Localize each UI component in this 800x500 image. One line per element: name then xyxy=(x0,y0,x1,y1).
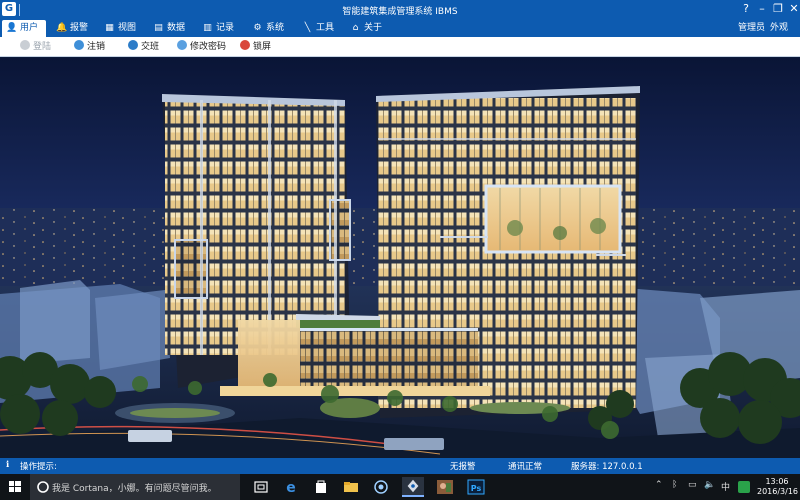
data-icon: ▤ xyxy=(154,23,163,33)
app-icon[interactable] xyxy=(402,477,424,497)
volume-icon[interactable]: 🔈 xyxy=(704,480,715,490)
gear-icon: ⚙ xyxy=(253,23,262,33)
title-bar: G 智能建筑集成管理系统 IBMS ? – ❐ ✕ xyxy=(0,0,800,20)
windows-taskbar: 我是 Cortana，小娜。有问题尽管问我。 e Ps ⌃ ᛒ ▭ 🔈 中 13… xyxy=(0,474,800,500)
home-icon: ⌂ xyxy=(352,23,359,33)
window-title: 智能建筑集成管理系统 IBMS xyxy=(342,7,458,17)
cortana-placeholder: 我是 Cortana，小娜。有问题尽管问我。 xyxy=(52,484,217,494)
handover-icon xyxy=(128,40,138,50)
menu-bar: 👤 用户 🔔 报警 ▦ 视图 ▤ 数据 ▥ 记录 ⚙ 系统 ╲ 工具 ⌂ 关于 管理员 外观 xyxy=(0,20,800,37)
server-address: 服务器: 127.0.0.1 xyxy=(571,462,643,472)
status-bar: ℹ 操作提示: 无报警 通讯正常 服务器: 127.0.0.1 xyxy=(0,458,800,474)
clock-date: 2016/3/16 xyxy=(757,487,799,496)
user-icon: 👤 xyxy=(6,23,18,33)
network-icon[interactable]: ▭ xyxy=(688,480,697,490)
menu-item-label: 系统 xyxy=(266,23,285,33)
menu-item-record[interactable]: ▥ 记录 xyxy=(202,20,234,37)
menu-item-label: 记录 xyxy=(216,23,235,33)
menu-item-user[interactable]: 👤 用户 xyxy=(2,20,47,37)
communication-status: 通讯正常 xyxy=(508,462,543,472)
input-method-icon[interactable]: 中 xyxy=(721,480,730,493)
lock-screen-icon xyxy=(240,40,250,50)
store-icon[interactable] xyxy=(310,477,332,497)
menu-item-system[interactable]: ⚙ 系统 xyxy=(252,20,284,37)
close-button[interactable]: ✕ xyxy=(786,1,800,17)
show-hidden-icons-icon[interactable]: ⌃ xyxy=(655,480,663,490)
handover-button[interactable]: 交班 xyxy=(128,40,159,54)
system-clock[interactable]: 13:06 2016/3/16 xyxy=(757,477,799,497)
building-overview-image xyxy=(0,58,800,458)
menu-item-alarm[interactable]: 🔔 报警 xyxy=(56,20,88,37)
menu-item-label: 工具 xyxy=(316,23,335,33)
windows-start-icon[interactable] xyxy=(0,474,30,500)
file-explorer-icon[interactable] xyxy=(340,477,362,497)
menu-item-data[interactable]: ▤ 数据 xyxy=(153,20,185,37)
current-user-label[interactable]: 管理员 xyxy=(738,20,765,37)
help-button[interactable]: ? xyxy=(738,1,754,17)
app-logo-icon[interactable]: G xyxy=(2,2,16,16)
menu-item-label: 关于 xyxy=(364,23,383,33)
lock-screen-button[interactable]: 锁屏 xyxy=(240,40,271,54)
bluetooth-icon[interactable]: ᛒ xyxy=(672,480,677,490)
menu-item-tools[interactable]: ╲ 工具 xyxy=(302,20,334,37)
cortana-icon xyxy=(37,481,49,493)
cortana-search-box[interactable]: 我是 Cortana，小娜。有问题尽管问我。 xyxy=(30,474,240,500)
building-render xyxy=(0,58,800,458)
photoshop-icon[interactable]: Ps xyxy=(465,477,487,497)
menu-item-label: 用户 xyxy=(20,23,39,33)
login-icon xyxy=(20,40,30,50)
photo-app-icon[interactable] xyxy=(434,477,456,497)
logout-button[interactable]: 注销 xyxy=(74,40,105,54)
info-icon: ℹ xyxy=(6,460,10,470)
operation-hint-label: 操作提示: xyxy=(20,462,57,472)
toolbar: 登陆 注销 交班 修改密码 锁屏 xyxy=(0,37,800,57)
record-icon: ▥ xyxy=(203,23,212,33)
wrench-icon: ╲ xyxy=(304,23,311,33)
change-password-button[interactable]: 修改密码 xyxy=(177,40,226,54)
handover-label: 交班 xyxy=(141,42,160,52)
alarm-status: 无报警 xyxy=(450,462,476,472)
menu-item-view[interactable]: ▦ 视图 xyxy=(104,20,136,37)
clock-time: 13:06 xyxy=(765,477,789,486)
task-view-icon[interactable] xyxy=(250,477,272,497)
menu-item-label: 视图 xyxy=(118,23,137,33)
wechat-icon[interactable] xyxy=(738,481,750,493)
svg-text:e: e xyxy=(286,480,296,496)
login-button[interactable]: 登陆 xyxy=(20,40,51,54)
change-password-label: 修改密码 xyxy=(190,42,227,52)
menu-item-label: 报警 xyxy=(70,23,89,33)
network-app-icon[interactable] xyxy=(370,477,392,497)
login-label: 登陆 xyxy=(33,42,52,52)
title-separator xyxy=(19,4,20,16)
edge-icon[interactable]: e xyxy=(280,477,302,497)
lock-screen-label: 锁屏 xyxy=(253,42,272,52)
minimize-button[interactable]: – xyxy=(754,1,770,17)
menu-item-label: 数据 xyxy=(167,23,186,33)
alarm-bell-icon: 🔔 xyxy=(56,23,68,33)
logout-label: 注销 xyxy=(87,42,106,52)
svg-text:Ps: Ps xyxy=(471,484,482,493)
view-icon: ▦ xyxy=(105,23,114,33)
menu-item-about[interactable]: ⌂ 关于 xyxy=(350,20,382,37)
change-password-icon xyxy=(177,40,187,50)
maximize-button[interactable]: ❐ xyxy=(770,1,786,17)
appearance-menu[interactable]: 外观 xyxy=(770,20,788,37)
logout-icon xyxy=(74,40,84,50)
